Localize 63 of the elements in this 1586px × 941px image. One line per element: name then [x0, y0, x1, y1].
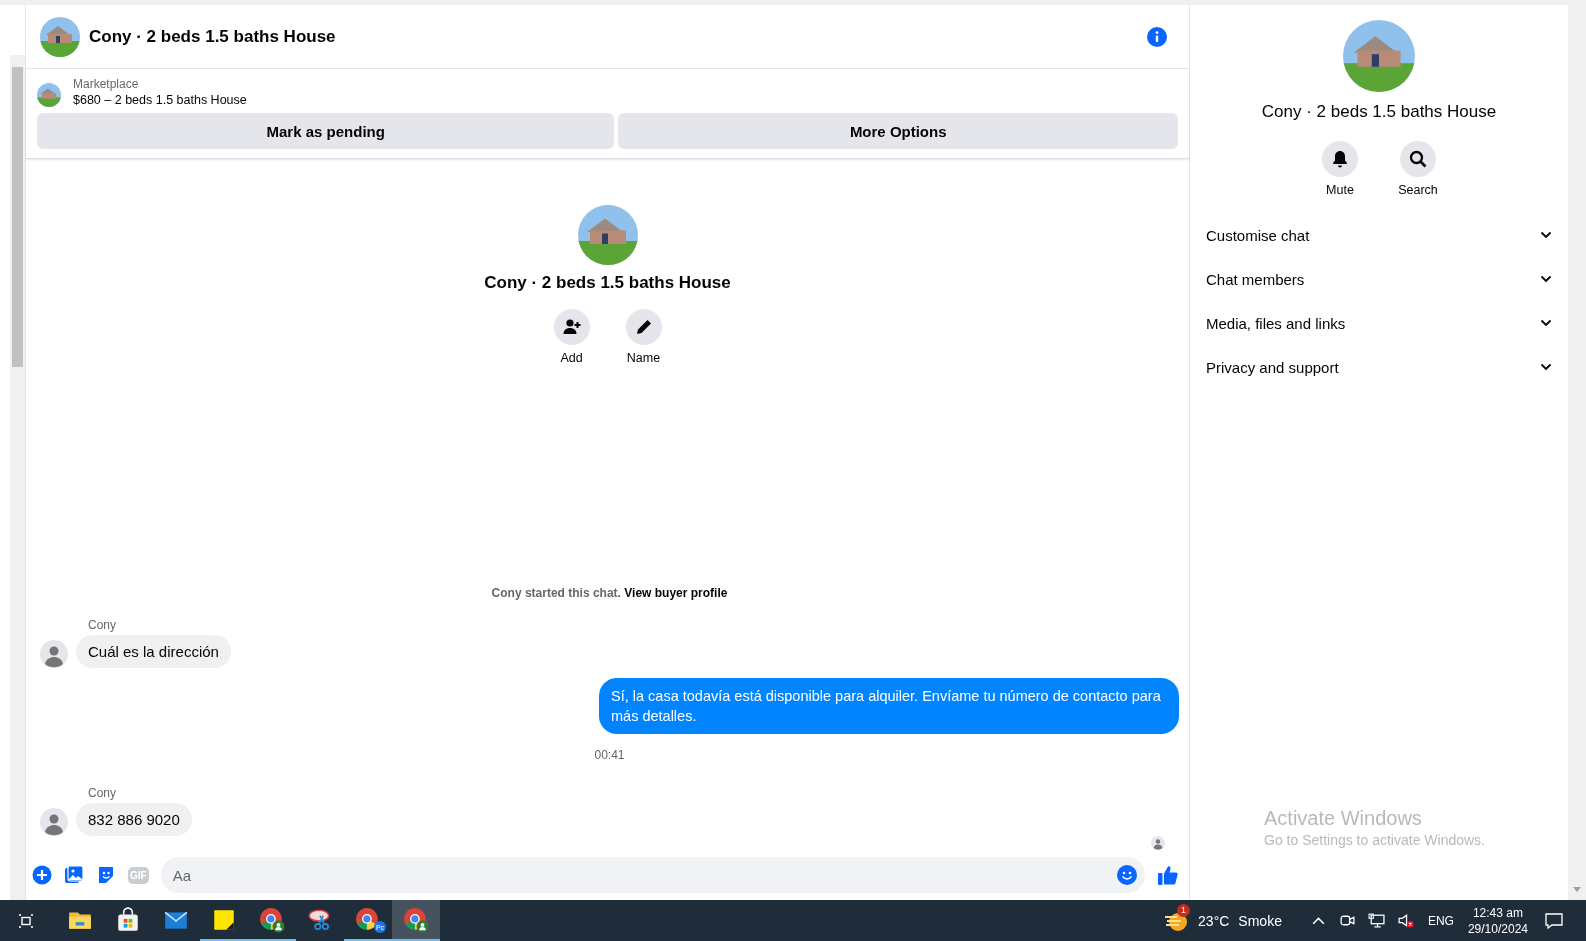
listing-title: $680 – 2 beds 1.5 baths House	[73, 93, 247, 107]
info-icon[interactable]	[1147, 26, 1167, 47]
action-label: Name	[626, 351, 661, 365]
chevron-down-icon	[1540, 275, 1552, 283]
taskbar-app[interactable]	[392, 900, 440, 941]
action-label: Add	[560, 351, 583, 365]
add-person-icon	[561, 317, 582, 337]
activation-subtitle: Go to Settings to activate Windows.	[1264, 832, 1485, 848]
action-label: Search	[1398, 183, 1438, 197]
person-avatar-icon	[40, 808, 68, 836]
action-button[interactable]	[625, 309, 662, 345]
sticker-icon[interactable]	[96, 865, 116, 885]
sender-name: Cony	[88, 618, 117, 632]
thumbs-up-icon[interactable]	[1157, 864, 1179, 886]
plus-icon[interactable]	[32, 865, 52, 885]
smiley-icon[interactable]	[1117, 865, 1137, 885]
browser-profile-icon	[259, 906, 285, 933]
listing-source: Marketplace	[73, 77, 140, 91]
sender-name: Cony	[88, 786, 117, 800]
chevron-down-icon	[1540, 319, 1552, 327]
chevron-down-icon	[1540, 363, 1552, 371]
image-icon[interactable]	[64, 865, 84, 885]
search-icon	[1408, 149, 1428, 169]
message-time: 00:41	[594, 748, 625, 762]
panel-scrollbar[interactable]	[1568, 5, 1586, 900]
action-button[interactable]	[1400, 141, 1436, 177]
house-thumbnail	[37, 83, 61, 107]
page-scrollbar[interactable]	[10, 55, 25, 900]
details-section[interactable]: Media, files and links	[1206, 301, 1552, 345]
listing-action-button[interactable]: Mark as pending	[37, 113, 615, 149]
weather-temperature: 23°C	[1198, 912, 1230, 929]
details-section[interactable]: Chat members	[1206, 257, 1552, 301]
details-section[interactable]: Privacy and support	[1206, 345, 1552, 389]
buyer-profile-link[interactable]: View buyer profile	[624, 586, 728, 600]
clock-time[interactable]: 12:43 am	[1472, 904, 1523, 921]
message-field[interactable]: Aa	[160, 857, 1145, 893]
incoming-message: Cuál es la dirección	[76, 635, 231, 668]
incoming-message: 832 886 9020	[76, 803, 192, 836]
chevron-down-icon	[1540, 231, 1552, 239]
chat-start-note: Cony started this chat. View buyer profile	[491, 586, 728, 600]
notifications-icon[interactable]	[1544, 910, 1564, 931]
notification-badge: 1	[1177, 903, 1191, 917]
action-button[interactable]	[1322, 141, 1358, 177]
action-button[interactable]	[553, 309, 590, 345]
bell-icon	[1330, 149, 1350, 169]
language-indicator[interactable]: ENG	[1427, 913, 1454, 928]
chat-name: Cony · 2 beds 1.5 baths House	[484, 273, 731, 293]
details-section[interactable]: Customise chat	[1206, 213, 1552, 257]
listing-action-button[interactable]: More Options	[618, 113, 1178, 149]
chat-title: Cony · 2 beds 1.5 baths House	[89, 26, 336, 47]
clock-date[interactable]: 29/10/2024	[1467, 920, 1528, 937]
person-avatar-icon	[40, 640, 68, 668]
activation-title: Activate Windows	[1264, 807, 1423, 830]
browser-profile-icon	[403, 906, 429, 933]
action-label: Mute	[1326, 183, 1354, 197]
outgoing-message: Sí, la casa todavía está disponible para alquiler. Envíame tu número de contacto para más detalles.	[599, 678, 1179, 734]
seen-avatar-icon	[1151, 836, 1165, 850]
shopping-bag-icon	[115, 906, 141, 933]
weather-condition: Smoke	[1238, 912, 1282, 929]
speaker-muted-icon[interactable]	[1396, 912, 1414, 929]
network-icon[interactable]	[1367, 912, 1385, 929]
house-avatar	[40, 16, 80, 57]
details-title: Cony · 2 beds 1.5 baths House	[1261, 102, 1497, 122]
